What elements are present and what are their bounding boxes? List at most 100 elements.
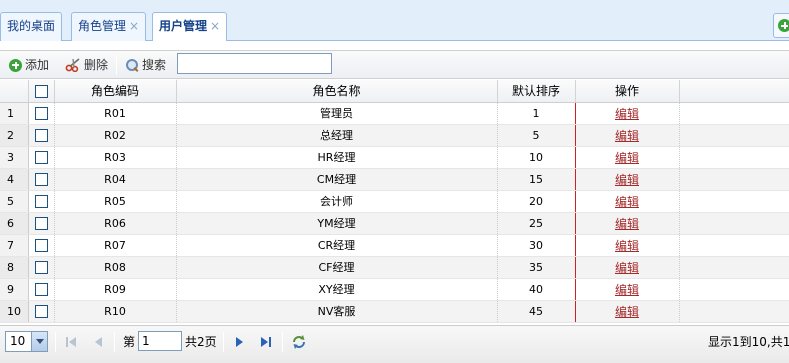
close-icon[interactable]: × [129,19,139,33]
role-code-cell: R03 [54,146,177,169]
scissors-icon [65,58,80,72]
row-checkbox[interactable] [34,304,48,318]
edit-link[interactable]: 编辑 [615,261,639,275]
edit-link[interactable]: 编辑 [615,217,639,231]
action-cell: 编辑 [574,124,680,147]
table-row[interactable]: 6 R06 YM经理 25 编辑 [0,212,789,235]
row-checkbox[interactable] [34,194,48,208]
column-header-code[interactable]: 角色编码 [54,80,177,103]
row-checkbox[interactable] [34,238,48,252]
row-select-cell [28,234,55,257]
last-page-button[interactable] [259,335,273,349]
row-select-cell [28,256,55,279]
row-number: 4 [0,168,29,191]
edit-link[interactable]: 编辑 [615,151,639,165]
row-select-cell [28,278,55,301]
table-row[interactable]: 10 R10 NV客服 45 编辑 [0,300,789,323]
row-select-cell [28,146,55,169]
tab-add-button[interactable] [773,13,789,38]
page-prefix: 第 [123,335,136,349]
column-header-action: 操作 [574,80,680,103]
sort-order-cell: 45 [497,300,576,323]
table-row[interactable]: 3 R03 HR经理 10 编辑 [0,146,789,169]
edit-link[interactable]: 编辑 [615,305,639,319]
row-number: 2 [0,124,29,147]
edit-link[interactable]: 编辑 [615,107,639,121]
row-checkbox[interactable] [34,282,48,296]
role-code-cell: R09 [54,278,177,301]
table-row[interactable]: 7 R07 CR经理 30 编辑 [0,234,789,257]
row-filler [679,124,789,147]
role-code-cell: R02 [54,124,177,147]
row-select-cell [28,102,55,125]
column-header-name[interactable]: 角色名称 [176,80,498,103]
row-number: 1 [0,102,29,125]
panel-spacer [0,41,789,50]
pager-divider [55,332,56,352]
sort-order-cell: 25 [497,212,576,235]
search-input[interactable] [177,53,332,74]
action-cell: 编辑 [574,300,680,323]
refresh-icon[interactable] [291,334,307,350]
tab-label: 用户管理 [159,19,208,33]
last-page-icon [261,337,268,347]
edit-link[interactable]: 编辑 [615,283,639,297]
row-checkbox[interactable] [34,216,48,230]
edit-link[interactable]: 编辑 [615,195,639,209]
role-name-cell: CR经理 [176,234,498,257]
table-row[interactable]: 1 R01 管理员 1 编辑 [0,102,789,125]
toolbar-divider [116,55,117,75]
add-button[interactable]: 添加 [9,56,49,74]
row-filler [679,102,789,125]
action-cell: 编辑 [574,146,680,169]
table-row[interactable]: 2 R02 总经理 5 编辑 [0,124,789,147]
add-icon [9,58,22,72]
chevron-down-icon [31,332,47,351]
row-select-cell [28,212,55,235]
delete-button[interactable]: 删除 [65,56,108,74]
search-icon [126,58,139,72]
row-select-cell [28,124,55,147]
table-row[interactable]: 9 R09 XY经理 40 编辑 [0,278,789,301]
select-all-checkbox[interactable] [34,84,48,98]
table-row[interactable]: 4 R04 CM经理 15 编辑 [0,168,789,191]
close-icon[interactable]: × [210,19,220,33]
row-checkbox[interactable] [34,172,48,186]
row-filler [679,256,789,279]
role-table: 角色编码 角色名称 默认排序 操作 1 R01 管理员 1 编辑 2 R02 总经理 5 编辑 3 R… [0,80,789,323]
role-code-cell: R04 [54,168,177,191]
column-header-sort[interactable]: 默认排序 [497,80,576,103]
row-number-header [0,80,29,103]
first-page-button[interactable] [65,335,79,349]
row-checkbox[interactable] [34,260,48,274]
page-size-select[interactable]: 10 [5,331,48,352]
row-checkbox[interactable] [34,128,48,142]
pagination-bar: 10 第 1 共2页 显示1到10,共14 [0,325,789,363]
edit-link[interactable]: 编辑 [615,129,639,143]
row-filler [679,212,789,235]
prev-page-button[interactable] [92,335,106,349]
row-filler [679,146,789,169]
row-select-cell [28,168,55,191]
header-filler [679,80,789,103]
role-code-cell: R10 [54,300,177,323]
table-row[interactable]: 5 R05 会计师 20 编辑 [0,190,789,213]
sort-order-cell: 40 [497,278,576,301]
search-button[interactable]: 搜索 [126,56,166,74]
first-page-icon [66,337,68,347]
pager-divider [282,332,283,352]
next-page-button[interactable] [233,335,247,349]
page-number-input[interactable]: 1 [138,331,182,351]
tab-my-desktop[interactable]: 我的桌面 [0,12,63,41]
row-filler [679,234,789,257]
row-select-cell [28,190,55,213]
row-checkbox[interactable] [34,150,48,164]
tab-role-management[interactable]: 角色管理 × [71,12,147,41]
edit-link[interactable]: 编辑 [615,239,639,253]
action-cell: 编辑 [574,102,680,125]
tab-user-management[interactable]: 用户管理 × [152,12,228,42]
table-row[interactable]: 8 R08 CF经理 35 编辑 [0,256,789,279]
edit-link[interactable]: 编辑 [615,173,639,187]
role-code-cell: R07 [54,234,177,257]
row-checkbox[interactable] [34,106,48,120]
